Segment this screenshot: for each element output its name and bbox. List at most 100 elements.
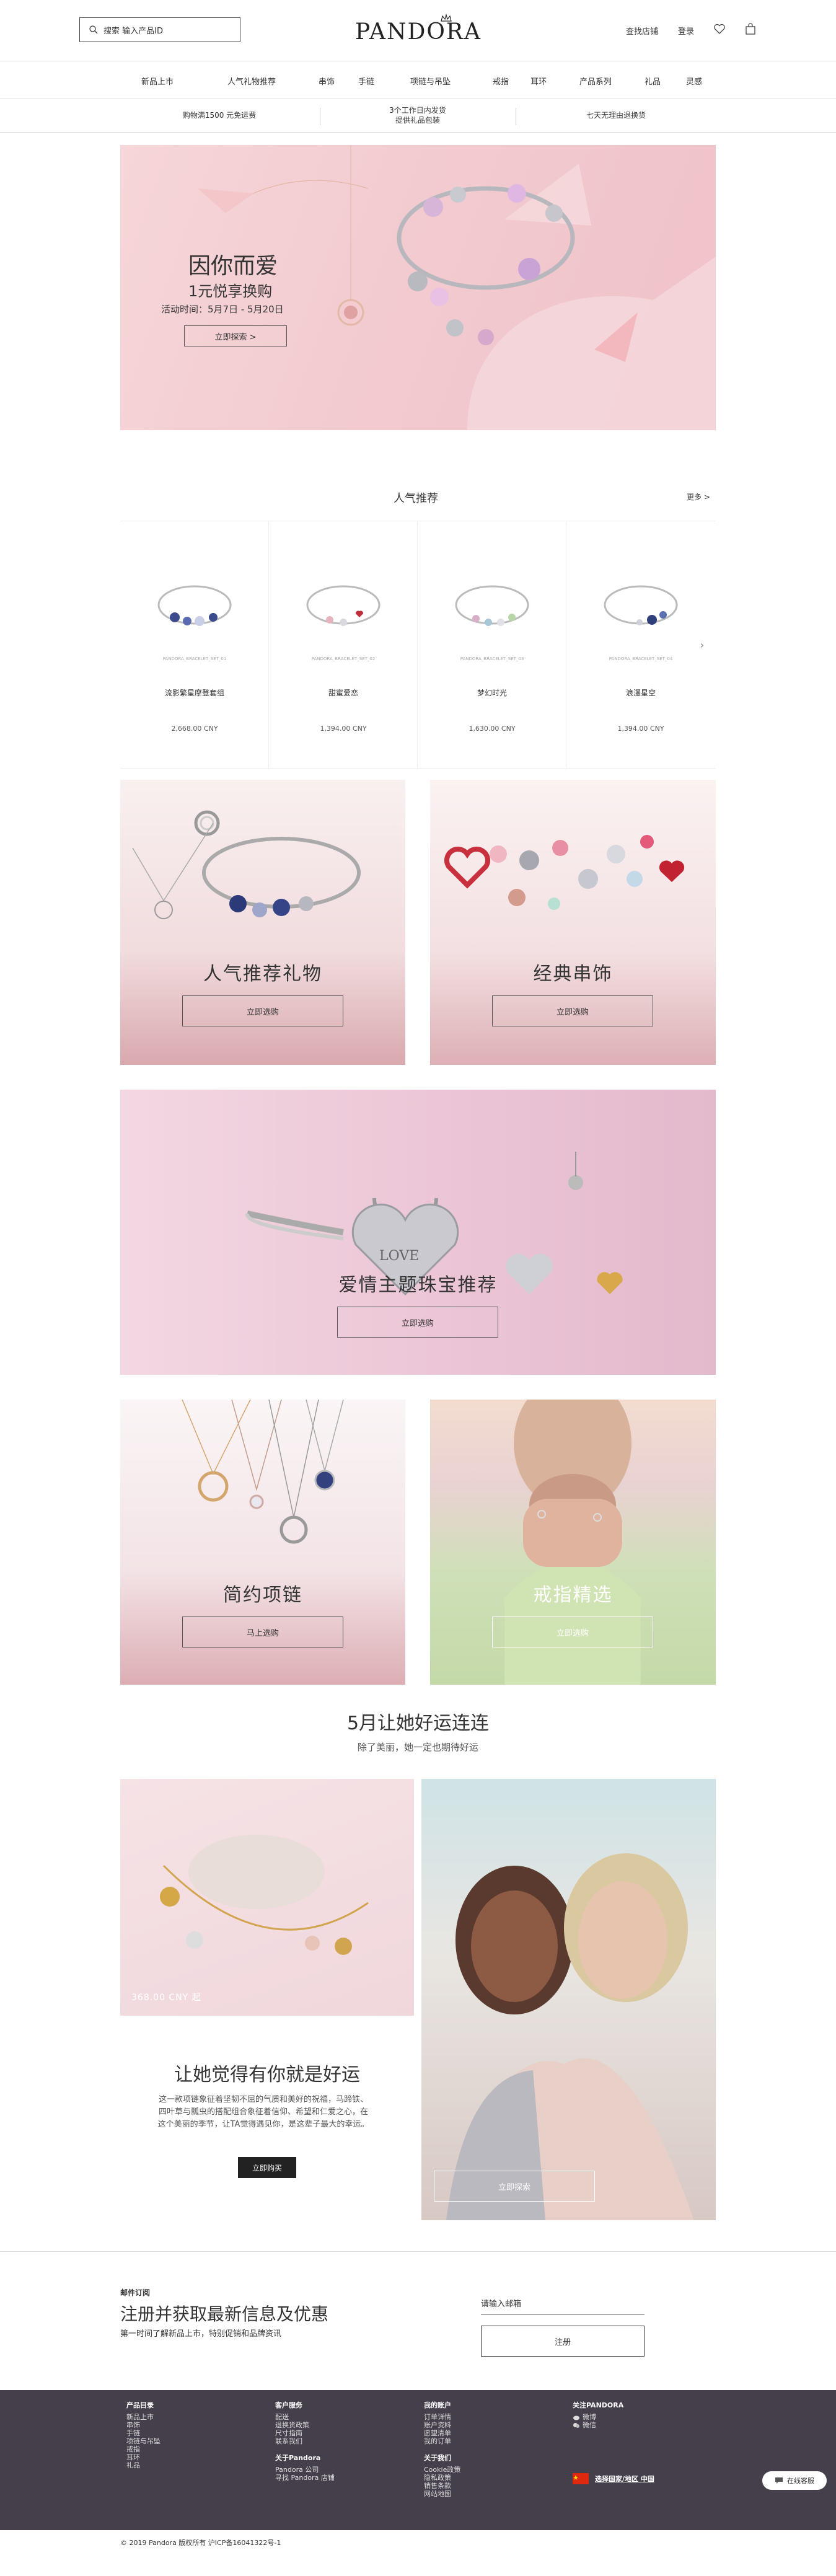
wechat-link[interactable]: 微信 [573,2421,623,2429]
footer-link[interactable]: 销售条款 [424,2482,460,2490]
product-card[interactable]: PANDORA_BRACELET_SET_02 甜蜜爱恋 1,394.00 CN… [269,521,418,769]
nav-item-rings[interactable]: 戒指 [493,75,509,87]
product-card[interactable]: PANDORA_BRACELET_SET_03 梦幻时光 1,630.00 CN… [418,521,566,769]
login-link[interactable]: 登录 [678,25,694,37]
product-image [157,585,232,626]
footer-link[interactable]: 手链 [126,2429,161,2437]
footer-heading: 关注PANDORA [573,2401,624,2409]
promo-artwork [160,1835,369,1955]
footer-link[interactable]: 配送 [275,2413,335,2421]
promo-model-image[interactable]: 立即探索 [421,1779,716,2220]
footer-link[interactable]: 联系我们 [275,2437,335,2445]
models-artwork [446,1853,694,2220]
promo-subtitle: 除了美丽，她一定也期待好运 [357,1742,478,1753]
footer-link[interactable]: 隐私政策 [424,2474,460,2482]
weibo-link[interactable]: 微博 [573,2413,623,2421]
recommended-more-link[interactable]: 更多 > [687,492,710,502]
footer-link[interactable]: 串饰 [126,2421,161,2429]
product-name: 甜蜜爱恋 [328,689,358,697]
tile-shop-button[interactable]: 立即选购 [492,995,653,1026]
online-chat-button[interactable]: 在线客服 [762,2471,827,2490]
product-price: 2,668.00 CNY [171,725,218,733]
product-card[interactable]: PANDORA_BRACELET_SET_01 流影繁星摩登套组 2,668.0… [120,521,269,769]
tile-shop-button[interactable]: 立即选购 [337,1307,498,1338]
footer-link[interactable]: 订单详情 [424,2413,460,2421]
nav-item-gifts[interactable]: 人气礼物推荐 [227,75,276,87]
free-shipping-info: 购物满1500 元免运费 [182,111,257,120]
section-divider [0,2251,836,2252]
tile-popular-gifts[interactable]: 人气推荐礼物 立即选购 [120,780,405,1065]
service-info-strip: 购物满1500 元免运费 3个工作日内发货 提供礼品包装 七天无理由退换货 [0,100,836,133]
product-code: PANDORA_BRACELET_SET_01 [162,656,227,661]
product-image [306,585,381,626]
tile-love-jewelry[interactable]: LOVE 爱情主题珠宝推荐 立即选购 [120,1090,716,1375]
tile-title: 简约项链 [223,1584,302,1606]
product-carousel: PANDORA_BRACELET_SET_01 流影繁星摩登套组 2,668.0… [120,521,716,769]
charms-artwork [444,835,685,910]
footer-heading: 我的账户 [424,2401,451,2409]
nav-item-charms[interactable]: 串饰 [319,75,335,87]
hero-subtitle: 1元悦享换购 [188,283,273,300]
carousel-next-chevron-icon[interactable]: › [693,635,711,654]
promo-product-image[interactable]: 368.00 CNY 起 [120,1779,414,2016]
hero-banner[interactable]: 因你而爱 1元悦享换购 活动时间：5月7日 - 5月20日 立即探索 > [120,145,716,430]
nav-item-bracelets[interactable]: 手链 [358,75,374,87]
footer-link[interactable]: 愿望清单 [424,2429,460,2437]
footer-link[interactable]: 尺寸指南 [275,2429,335,2437]
china-flag-icon [573,2473,589,2484]
nav-item-necklaces[interactable]: 项链与吊坠 [410,75,451,87]
search-icon [89,25,98,34]
crown-icon [441,14,452,22]
region-selector[interactable]: 选择国家/地区 中国 [573,2473,654,2484]
footer-link[interactable]: 耳环 [126,2453,161,2461]
subscribe-button[interactable]: 注册 [481,2326,645,2357]
tile-title: 戒指精选 [533,1584,613,1606]
footer-link[interactable]: 我的订单 [424,2437,460,2445]
tile-title: 人气推荐礼物 [203,963,322,985]
footer-link[interactable]: 项链与吊坠 [126,2437,161,2445]
footer-link[interactable]: 礼品 [126,2461,161,2469]
footer-link[interactable]: 退换货政策 [275,2421,335,2429]
footer-link[interactable]: Cookie政策 [424,2466,460,2474]
tile-shop-button[interactable]: 立即选购 [182,995,343,1026]
footer: 产品目录 新品上市 串饰 手链 项链与吊坠 戒指 耳环 礼品 客户服务 配送 退… [0,2390,836,2530]
footer-heading: 客户服务 [275,2401,302,2409]
wishlist-heart-icon[interactable] [713,22,726,36]
search-input[interactable]: 搜索 输入产品ID [79,17,240,42]
footer-heading: 关于我们 [424,2454,451,2462]
promo-buy-button[interactable]: 立即购买 [238,2157,296,2178]
footer-link[interactable]: 戒指 [126,2445,161,2453]
tile-shop-button[interactable]: 马上选购 [182,1617,343,1647]
promo-price-tag: 368.00 CNY 起 [131,1993,201,2003]
hero-explore-button[interactable]: 立即探索 > [184,325,287,346]
footer-link[interactable]: 网站地图 [424,2490,460,2498]
tile-title: 经典串饰 [533,963,613,985]
pandora-logo[interactable]: PANDORA [347,14,490,45]
store-locator-link[interactable]: 查找店铺 [626,25,658,37]
tile-classic-charms[interactable]: 经典串饰 立即选购 [430,780,716,1065]
tile-necklaces[interactable]: 简约项链 马上选购 [120,1400,405,1685]
subscribe-title: 注册并获取最新信息及优惠 [120,2304,329,2324]
promo-explore-button[interactable]: 立即探索 [434,2171,595,2202]
tile-shop-button[interactable]: 立即选购 [492,1617,653,1647]
logo-text: PANDORA [355,19,482,45]
nav-item-inspiration[interactable]: 灵感 [686,75,702,87]
nav-item-new[interactable]: 新品上市 [141,75,174,87]
hero-title: 因你而爱 [188,254,278,279]
footer-link[interactable]: Pandora 公司 [275,2466,335,2474]
nav-item-collections[interactable]: 产品系列 [579,75,612,87]
shopping-bag-icon[interactable] [744,22,757,36]
footer-link[interactable]: 新品上市 [126,2413,161,2421]
nav-item-presents[interactable]: 礼品 [645,75,661,87]
footer-link[interactable]: 账户资料 [424,2421,460,2429]
product-name: 浪漫星空 [625,689,656,697]
love-charm-text: LOVE [379,1248,419,1264]
weibo-icon [573,2415,579,2420]
email-field[interactable]: 请输入邮箱 [481,2293,645,2314]
nav-item-earrings[interactable]: 耳环 [530,75,547,87]
footer-link[interactable]: 寻找 Pandora 店铺 [275,2474,335,2482]
footer-col-products: 产品目录 新品上市 串饰 手链 项链与吊坠 戒指 耳环 礼品 [126,2401,161,2469]
tile-rings[interactable]: 戒指精选 立即选购 [430,1400,716,1685]
promo-title: 5月让她好运连连 [346,1713,490,1734]
chat-bubble-icon [775,2477,783,2484]
